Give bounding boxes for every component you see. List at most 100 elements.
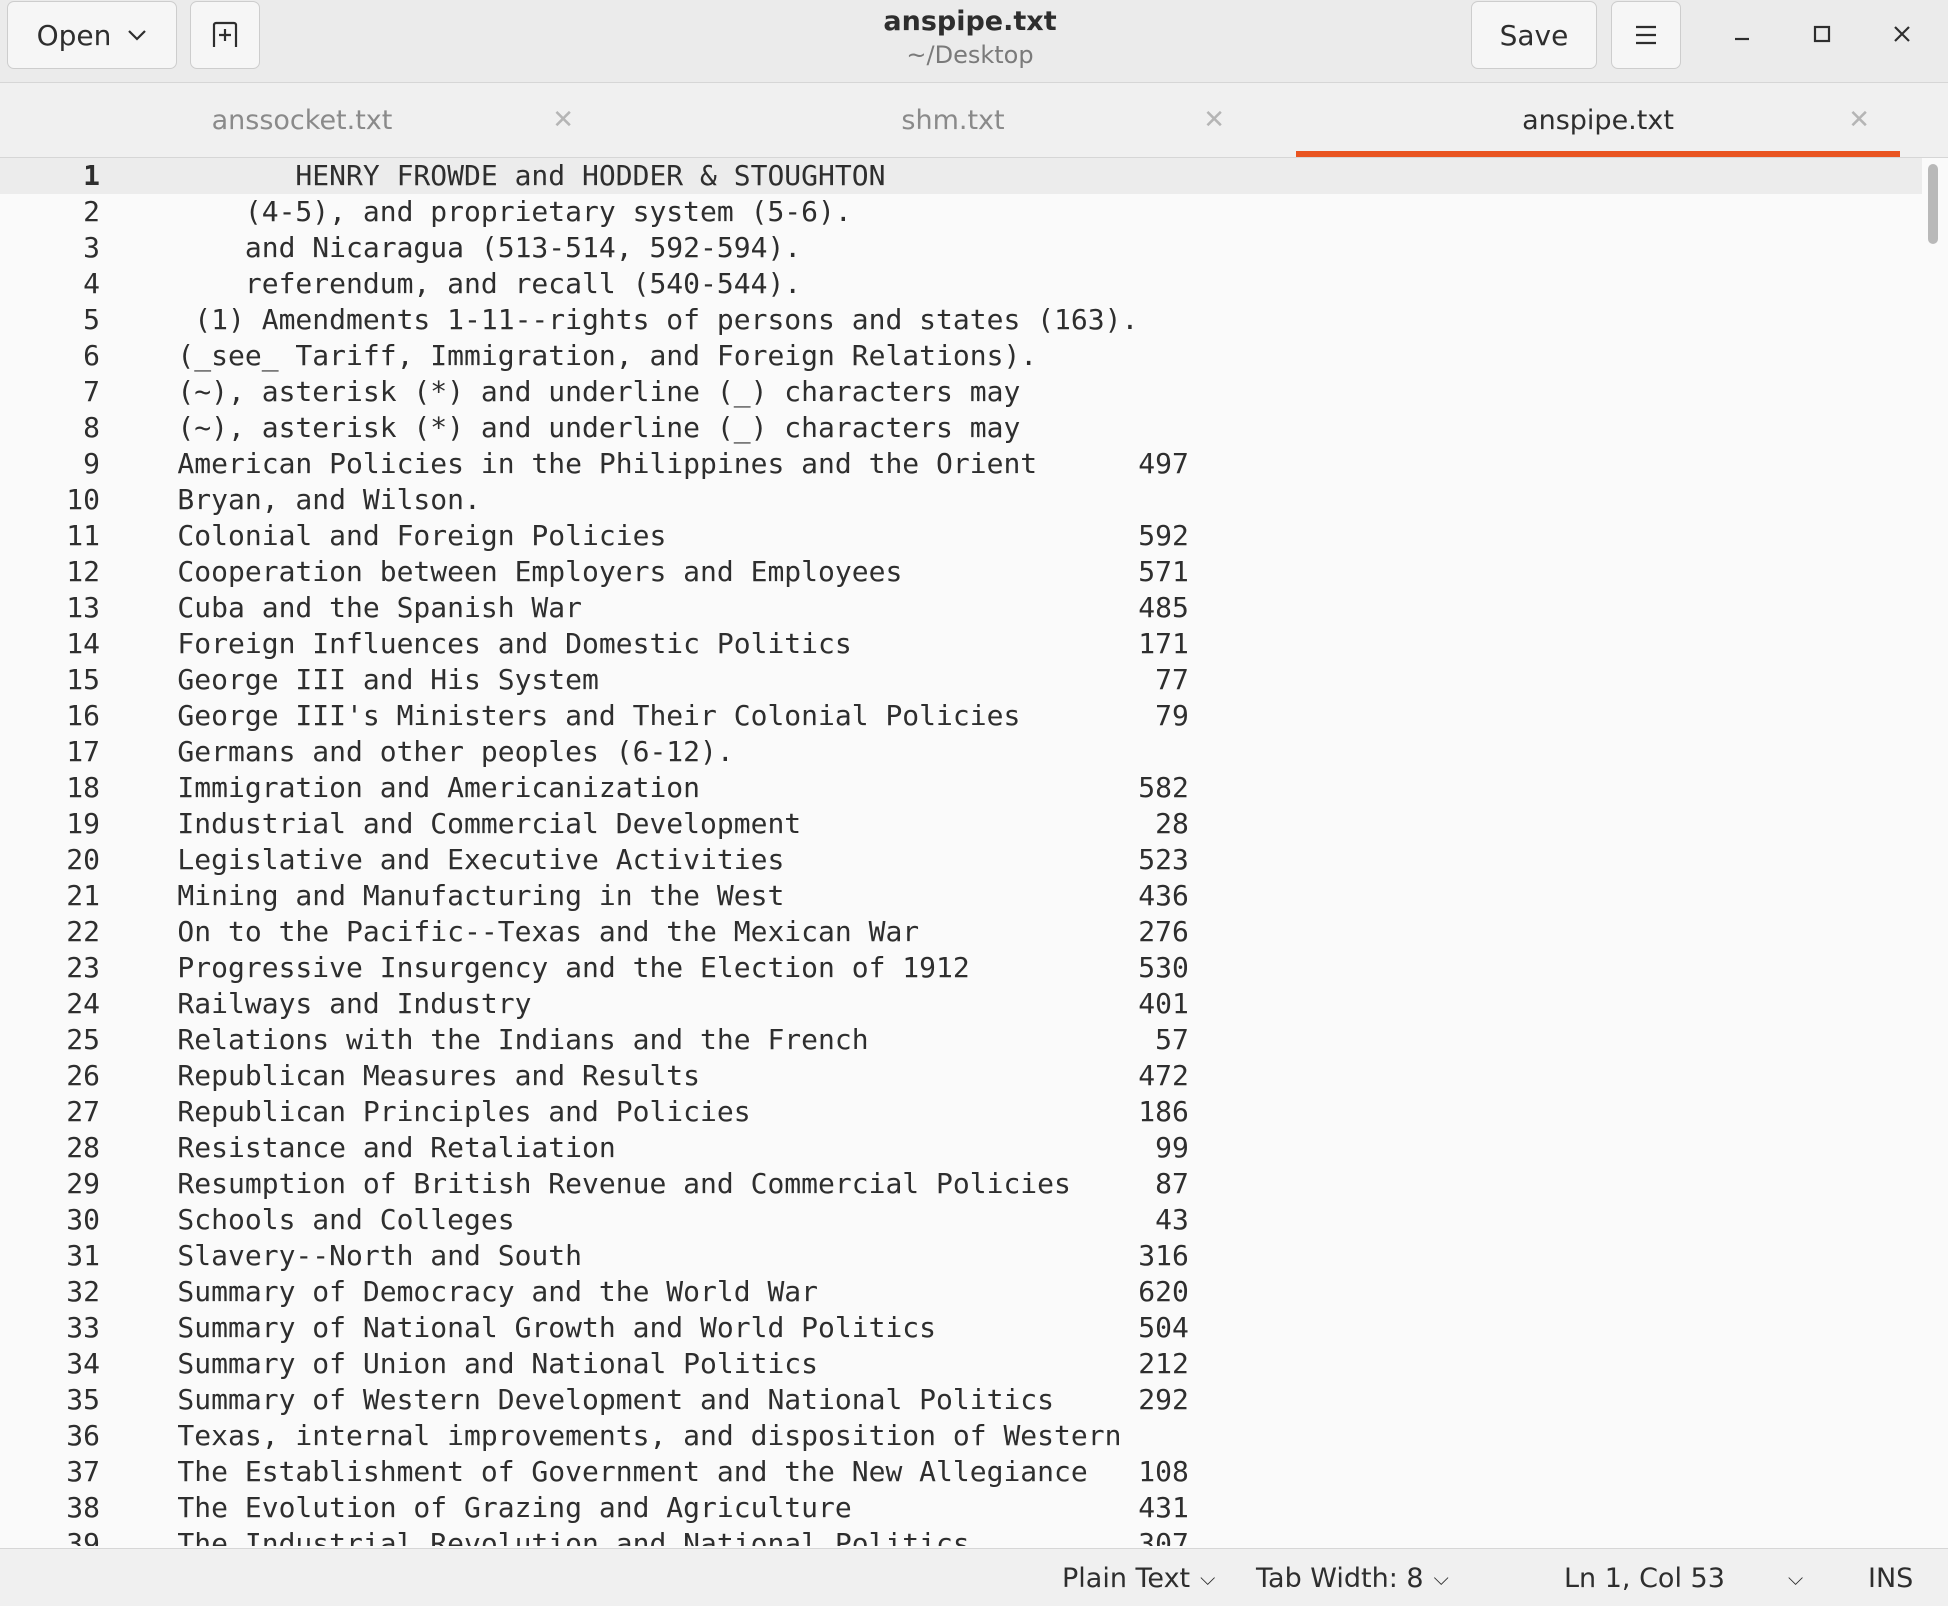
maximize-icon <box>1813 25 1831 43</box>
line-number: 24 <box>66 987 100 1020</box>
text-line[interactable]: On to the Pacific--Texas and the Mexican… <box>110 914 1188 950</box>
text-line[interactable]: Foreign Influences and Domestic Politics… <box>110 626 1188 662</box>
vertical-scrollbar[interactable] <box>1928 164 1938 244</box>
tab-close-icon[interactable]: ✕ <box>1848 105 1870 135</box>
text-line[interactable]: Cooperation between Employers and Employ… <box>110 554 1188 590</box>
text-line[interactable]: (1) Amendments 1-11--rights of persons a… <box>110 302 1189 338</box>
text-line[interactable]: and Nicaragua (513-514, 592-594). <box>110 230 1189 266</box>
line-number: 14 <box>66 627 100 660</box>
document-title: anspipe.txt <box>883 6 1057 37</box>
status-bar: Plain Text ⌵ Tab Width: 8 ⌵ Ln 1, Col 53… <box>0 1548 1948 1606</box>
text-line[interactable]: Germans and other peoples (6-12). <box>110 734 1189 770</box>
line-number: 35 <box>66 1383 100 1416</box>
line-number: 13 <box>66 591 100 624</box>
line-number: 36 <box>66 1419 100 1452</box>
text-line[interactable]: (_see_ Tariff, Immigration, and Foreign … <box>110 338 1189 374</box>
text-line[interactable]: Mining and Manufacturing in the West 436 <box>110 878 1188 914</box>
hamburger-menu-icon <box>1636 25 1656 45</box>
text-line[interactable]: George III and His System 77 <box>110 662 1188 698</box>
text-line[interactable]: Schools and Colleges 43 <box>110 1202 1188 1238</box>
text-line[interactable]: Colonial and Foreign Policies 592 <box>110 518 1188 554</box>
main-menu-button[interactable] <box>1611 1 1681 69</box>
cursor-position-label: Ln 1, Col 53 <box>1564 1562 1725 1594</box>
cursor-position[interactable]: Ln 1, Col 53 <box>1564 1561 1725 1595</box>
text-line[interactable]: The Establishment of Government and the … <box>110 1454 1188 1490</box>
text-editor-area[interactable]: 1 2 3 4 5 6 7 8 9 10 11 12 13 14 15 16 17 18 19 20 21 22 23 24 2… <box>0 158 1948 1546</box>
text-line[interactable]: (~), asterisk (*) and underline (_) char… <box>110 374 1189 410</box>
text-line[interactable]: American Policies in the Philippines and… <box>110 446 1188 482</box>
text-line[interactable]: Legislative and Executive Activities 523 <box>110 842 1188 878</box>
close-window-button[interactable] <box>1880 12 1924 56</box>
tab-shm[interactable]: shm.txt ✕ <box>651 83 1255 157</box>
line-number: 33 <box>66 1311 100 1344</box>
new-tab-icon <box>212 21 238 47</box>
text-line[interactable]: Republican Measures and Results 472 <box>110 1058 1188 1094</box>
minimize-icon <box>1735 37 1749 41</box>
text-line[interactable]: Immigration and Americanization 582 <box>110 770 1188 806</box>
line-number: 16 <box>66 699 100 732</box>
line-number: 7 <box>83 375 100 408</box>
line-number: 10 <box>66 483 100 516</box>
line-number: 38 <box>66 1491 100 1524</box>
minimize-button[interactable] <box>1720 12 1764 56</box>
text-line[interactable]: Summary of Union and National Politics 2… <box>110 1346 1188 1382</box>
tab-label: anssocket.txt <box>211 104 393 136</box>
save-button[interactable]: Save <box>1471 1 1597 69</box>
text-line[interactable]: The Industrial Revolution and National P… <box>110 1526 1188 1546</box>
text-line[interactable]: Summary of Democracy and the World War 6… <box>110 1274 1188 1310</box>
text-line[interactable]: Resistance and Retaliation 99 <box>110 1130 1188 1166</box>
text-line[interactable]: The Evolution of Grazing and Agriculture… <box>110 1490 1188 1526</box>
tab-close-icon[interactable]: ✕ <box>552 105 574 135</box>
text-line[interactable]: George III's Ministers and Their Colonia… <box>110 698 1188 734</box>
text-line[interactable]: Railways and Industry 401 <box>110 986 1188 1022</box>
text-line[interactable]: (~), asterisk (*) and underline (_) char… <box>110 410 1189 446</box>
text-line[interactable]: Relations with the Indians and the Frenc… <box>110 1022 1188 1058</box>
tab-anspipe[interactable]: anspipe.txt ✕ <box>1296 83 1900 157</box>
line-number: 1 <box>83 159 100 192</box>
new-tab-button[interactable] <box>190 1 260 69</box>
chevron-down-icon: ⌵ <box>1788 1566 1804 1590</box>
text-line[interactable]: referendum, and recall (540-544). <box>110 266 1189 302</box>
text-line[interactable]: Industrial and Commercial Development 28 <box>110 806 1188 842</box>
line-number: 22 <box>66 915 100 948</box>
text-line[interactable]: Summary of National Growth and World Pol… <box>110 1310 1188 1346</box>
tab-width-selector[interactable]: Tab Width: 8 ⌵ <box>1256 1561 1449 1595</box>
text-line[interactable]: Bryan, and Wilson. <box>110 482 1189 518</box>
text-line[interactable]: (4-5), and proprietary system (5-6). <box>110 194 1189 230</box>
position-menu-button[interactable]: ⌵ <box>1788 1561 1803 1595</box>
language-selector[interactable]: Plain Text ⌵ <box>1062 1561 1215 1595</box>
insert-mode-indicator[interactable]: INS <box>1868 1561 1913 1595</box>
line-number: 3 <box>83 231 100 264</box>
line-number-gutter: 1 2 3 4 5 6 7 8 9 10 11 12 13 14 15 16 17 18 19 20 21 22 23 24 2… <box>0 158 100 1546</box>
maximize-button[interactable] <box>1800 12 1844 56</box>
line-number: 15 <box>66 663 100 696</box>
line-number: 31 <box>66 1239 100 1272</box>
chevron-down-icon: ⌵ <box>1433 1566 1449 1590</box>
line-number: 17 <box>66 735 100 768</box>
line-number: 6 <box>83 339 100 372</box>
text-line[interactable]: Slavery--North and South 316 <box>110 1238 1188 1274</box>
header-bar: Open anspipe.txt ~/Desktop Save <box>0 0 1948 83</box>
document-path: ~/Desktop <box>906 41 1034 69</box>
open-button[interactable]: Open <box>7 1 177 69</box>
text-line[interactable]: Cuba and the Spanish War 485 <box>110 590 1188 626</box>
tab-close-icon[interactable]: ✕ <box>1203 105 1225 135</box>
line-number: 27 <box>66 1095 100 1128</box>
text-line[interactable]: Progressive Insurgency and the Election … <box>110 950 1188 986</box>
line-number: 5 <box>83 303 100 336</box>
line-number: 12 <box>66 555 100 588</box>
line-number: 26 <box>66 1059 100 1092</box>
tab-anssocket[interactable]: anssocket.txt ✕ <box>0 83 604 157</box>
text-line[interactable]: HENRY FROWDE and HODDER & STOUGHTON <box>110 158 1189 194</box>
text-line[interactable]: Resumption of British Revenue and Commer… <box>110 1166 1188 1202</box>
line-number: 29 <box>66 1167 100 1200</box>
language-label: Plain Text <box>1062 1562 1191 1594</box>
line-number: 11 <box>66 519 100 552</box>
chevron-down-icon <box>128 30 147 41</box>
text-content[interactable]: HENRY FROWDE and HODDER & STOUGHTON (4-5… <box>110 158 1189 1546</box>
line-number: 30 <box>66 1203 100 1236</box>
text-line[interactable]: Texas, internal improvements, and dispos… <box>110 1418 1189 1454</box>
text-line[interactable]: Summary of Western Development and Natio… <box>110 1382 1188 1418</box>
tab-label: shm.txt <box>901 104 1005 136</box>
text-line[interactable]: Republican Principles and Policies 186 <box>110 1094 1188 1130</box>
